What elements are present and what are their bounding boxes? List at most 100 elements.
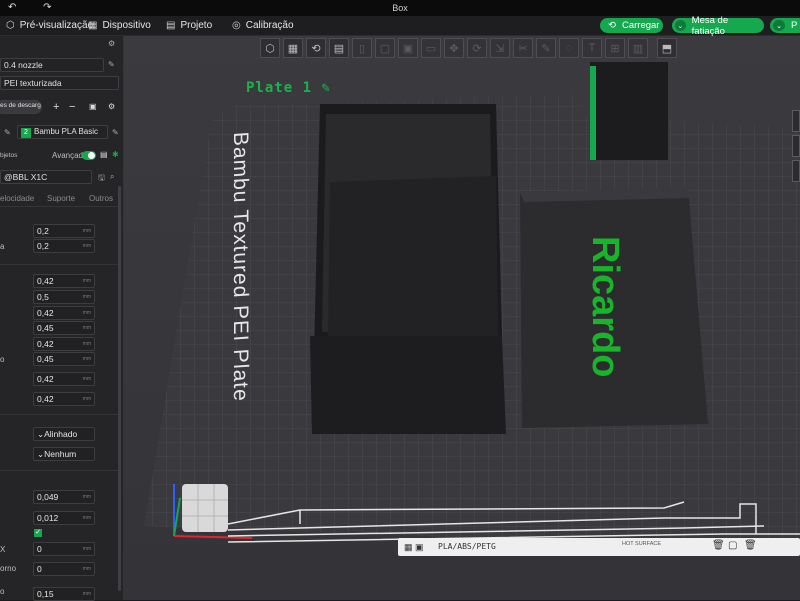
x-compensation-field[interactable]: 0 mm: [33, 542, 95, 556]
window-titlebar: ↶ ↷ Box: [0, 0, 800, 16]
tab-project[interactable]: ▤ Projeto: [166, 20, 212, 31]
load-icon: ⟲: [608, 20, 616, 31]
plate-label[interactable]: Plate 1 ✎: [246, 80, 331, 96]
calibration-icon: ◎: [232, 20, 241, 31]
split-icon[interactable]: ▯: [352, 38, 372, 58]
sidebar-scrollbar[interactable]: [118, 186, 121, 591]
tab-calibration[interactable]: ◎ Calibração: [232, 20, 294, 31]
build-plate-scene: [144, 62, 800, 550]
compare-icon[interactable]: ▤: [100, 150, 108, 159]
move-icon[interactable]: ✥: [444, 38, 464, 58]
load-button[interactable]: ⟲ Carregar: [600, 18, 663, 33]
assembly-icon[interactable]: ▥: [628, 38, 648, 58]
delete-icon[interactable]: 🗑: [712, 540, 725, 551]
resolution-field[interactable]: 0,049 mm: [33, 490, 95, 504]
text-icon[interactable]: T: [582, 38, 602, 58]
save-icon[interactable]: 🖫: [98, 172, 105, 186]
contour-field[interactable]: 0 mm: [33, 562, 95, 576]
remove-filament-icon[interactable]: −: [69, 101, 75, 113]
print-plate-button[interactable]: ⌄ P: [770, 18, 800, 33]
view-mode-icon[interactable]: ⬒: [657, 38, 677, 58]
line-width-top[interactable]: 0,42 mm: [33, 337, 95, 351]
line-width-default[interactable]: 0,42 mm: [33, 274, 95, 288]
trash-icon[interactable]: 🗑: [744, 540, 757, 551]
filament-flush-button[interactable]: es de descarga: [0, 100, 42, 114]
support-paint-icon[interactable]: ✎: [536, 38, 556, 58]
edit-icon[interactable]: ✎: [4, 128, 11, 137]
settings-gear-icon[interactable]: ⚙: [108, 39, 115, 48]
line-width-inner[interactable]: 0,45 mm: [33, 321, 95, 335]
measure-icon[interactable]: ⊞: [605, 38, 625, 58]
view-cube[interactable]: [182, 484, 228, 532]
initial-layer-height-field[interactable]: 0,2 mm: [33, 239, 95, 253]
line-width-internal[interactable]: 0,42 mm: [33, 372, 95, 386]
filament-select[interactable]: 2 Bambu PLA Basic: [17, 125, 108, 139]
tab-preview[interactable]: ⬡ Pré-visualização: [6, 20, 93, 31]
line-width-support[interactable]: 0,42 mm: [33, 392, 95, 406]
device-icon: ▦: [88, 20, 98, 31]
hot-surface-warning: HOT SURFACE: [622, 541, 662, 547]
tab-support[interactable]: Suporte: [47, 194, 75, 203]
chevron-down-icon[interactable]: ⌄: [773, 20, 785, 31]
line-width-infill[interactable]: 0,45 mm: [33, 352, 95, 366]
main-toolbar: ⬡ Pré-visualização ▦ Dispositivo ▤ Proje…: [0, 15, 800, 37]
arrange-icon[interactable]: ▤: [329, 38, 349, 58]
nozzle-select[interactable]: 0.4 nozzle: [0, 58, 104, 72]
filament-name: Bambu PLA Basic: [34, 127, 99, 136]
variable-layer-icon[interactable]: ▣: [398, 38, 418, 58]
filament-index-badge: 2: [21, 128, 31, 138]
line-width-outer[interactable]: 0,42 mm: [33, 306, 95, 320]
arc-tolerance-field[interactable]: 0,012 mm: [33, 511, 95, 525]
tab-device[interactable]: ▦ Dispositivo: [88, 20, 151, 31]
tab-project-label: Projeto: [180, 20, 213, 31]
add-filament-icon[interactable]: +: [53, 101, 59, 113]
tab-calibration-label: Calibração: [245, 20, 294, 31]
contour-label: orno: [0, 564, 17, 573]
tab-device-label: Dispositivo: [102, 20, 151, 31]
slice-plate-label: Mesa de fatiação: [691, 14, 729, 37]
edit-icon[interactable]: ✎: [112, 128, 119, 137]
cut-icon[interactable]: ✂: [513, 38, 533, 58]
right-tool-3[interactable]: [792, 160, 800, 182]
add-object-icon[interactable]: ⬡: [260, 38, 280, 58]
option-checkbox[interactable]: ✓: [34, 529, 42, 537]
scale-icon[interactable]: ⇲: [490, 38, 510, 58]
seam-paint-icon[interactable]: ◌: [559, 38, 579, 58]
grid-icon[interactable]: ▦: [283, 38, 303, 58]
search-icon[interactable]: ⌕: [110, 172, 114, 182]
process-profile-select[interactable]: @BBL X1C: [0, 170, 92, 184]
plugin-icon[interactable]: ✱: [112, 150, 119, 159]
bottom-field[interactable]: 0,15 mm: [33, 587, 95, 601]
rotate-icon[interactable]: ⟳: [467, 38, 487, 58]
tab-speed[interactable]: elocidade: [0, 194, 34, 203]
plate-grid-icon: ▦ ▣: [404, 542, 424, 552]
right-tool-1[interactable]: [792, 110, 800, 132]
plate-type-select[interactable]: PEI texturizada: [0, 76, 119, 90]
edit-icon[interactable]: ✎: [108, 60, 115, 69]
square-icon[interactable]: ▢: [728, 540, 737, 551]
layer-height-field[interactable]: 0,2 mm: [33, 224, 95, 238]
chevron-down-icon[interactable]: ⌄: [675, 20, 686, 31]
load-button-label: Carregar: [621, 20, 660, 31]
window-title: Box: [392, 3, 408, 13]
option-select[interactable]: ⌄Nenhum: [33, 447, 95, 461]
line-width-initial[interactable]: 0,5 mm: [33, 290, 95, 304]
seam-position-select[interactable]: ⌄Alinhado: [33, 427, 95, 441]
preview-icon: ⬡: [6, 20, 15, 31]
edit-plate-icon[interactable]: ✎: [321, 80, 330, 96]
tab-preview-label: Pré-visualização: [19, 20, 94, 31]
filament-settings-icon[interactable]: ⚙: [108, 102, 115, 111]
initial-layer-label: a: [0, 242, 5, 251]
project-icon: ▤: [166, 20, 176, 31]
plate-icon[interactable]: ▭: [421, 38, 441, 58]
3d-viewport[interactable]: ⬡ ▦ ⟲ ▤ ▯ ▢ ▣ ▭ ✥ ⟳ ⇲ ✂ ✎ ◌ T ⊞ ▥ ⬒ Plat…: [124, 36, 800, 600]
auto-orient-icon[interactable]: ⟲: [306, 38, 326, 58]
filament-types: PLA/ABS/PETG: [438, 542, 496, 551]
layers-icon[interactable]: ▢: [375, 38, 395, 58]
tab-others[interactable]: Outros: [89, 194, 113, 203]
advanced-toggle[interactable]: [82, 151, 96, 160]
tower-object: [590, 62, 668, 160]
right-tool-2[interactable]: [792, 135, 800, 157]
ams-icon[interactable]: ▣: [89, 102, 97, 111]
slice-plate-button[interactable]: ⌄ Mesa de fatiação: [672, 15, 764, 37]
